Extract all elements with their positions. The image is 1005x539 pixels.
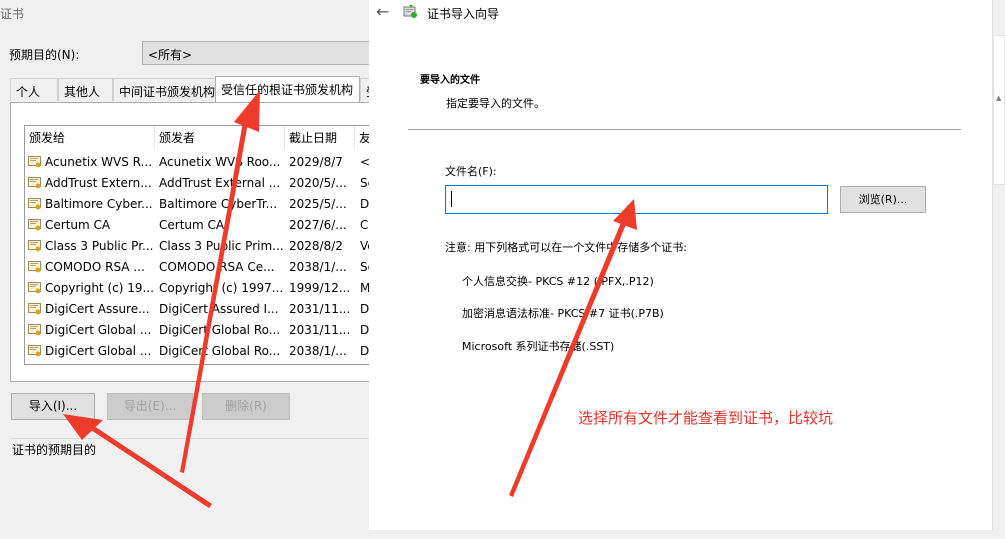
cell-issued-by: Class 3 Public Prim...	[159, 239, 283, 253]
tab-intermediate-ca[interactable]: 中间证书颁发机构	[113, 78, 221, 101]
text-caret	[451, 191, 452, 207]
scrollbar-thumb[interactable]	[993, 35, 1005, 185]
cell-issued-to: DigiCert Global ...	[45, 344, 152, 358]
cell-expiration: 2027/6/...	[289, 218, 347, 232]
cell-issued-by: DigiCert Global Ro...	[159, 323, 281, 337]
certificate-icon	[28, 324, 41, 336]
column-expiration-date[interactable]: 截止日期	[285, 126, 355, 150]
remove-button[interactable]: 删除(R)	[202, 393, 290, 420]
certificate-icon	[28, 156, 41, 168]
annotation-text: 选择所有文件才能查看到证书，比较坑	[578, 409, 834, 427]
table-row[interactable]: DigiCert Global ... DigiCert Global Ro...…	[25, 320, 385, 341]
cell-issued-by: DigiCert Global Ro...	[159, 344, 281, 358]
certificate-icon	[28, 303, 41, 315]
cell-issued-by: DigiCert Assured I...	[159, 302, 279, 316]
tab-personal[interactable]: 个人	[10, 78, 58, 101]
format-pfx: 个人信息交换- PKCS #12 (.PFX,.P12)	[462, 275, 654, 288]
formats-note: 注意: 用下列格式可以在一个文件中存储多个证书:	[445, 241, 687, 254]
format-sst: Microsoft 系列证书存储(.SST)	[462, 340, 615, 353]
certificate-icon	[28, 219, 41, 231]
cell-issued-by: Acunetix WVS Roo...	[159, 155, 281, 169]
cell-issued-by: AddTrust External ...	[159, 176, 281, 190]
certificate-icon	[28, 282, 41, 294]
cell-issued-to: DigiCert Global ...	[45, 323, 152, 337]
column-issued-by[interactable]: 颁发者	[155, 126, 285, 150]
tab-panel: 颁发给 颁发者 截止日期 友 Acunetix WVS R... Acunetix…	[10, 102, 390, 382]
cell-issued-to: AddTrust Extern...	[45, 176, 152, 190]
cell-expiration: 2031/11...	[289, 323, 351, 337]
cell-issued-to: COMODO RSA ...	[45, 260, 145, 274]
header-divider	[408, 129, 961, 130]
cell-expiration: 2038/1/...	[289, 344, 347, 358]
certificate-icon	[28, 345, 41, 357]
cell-issued-by: COMODO RSA Ce...	[159, 260, 275, 274]
table-row[interactable]: DigiCert Global ... DigiCert Global Ro...…	[25, 341, 385, 362]
back-arrow-icon[interactable]: ←	[376, 2, 389, 21]
cell-issued-by: Copyright (c) 1997...	[159, 281, 283, 295]
certificate-icon	[28, 261, 41, 273]
cell-expiration: 1999/12...	[289, 281, 351, 295]
wizard-title: 证书导入向导	[427, 7, 500, 21]
export-button[interactable]: 导出(E)...	[107, 393, 193, 420]
cell-issued-to: Baltimore Cyber...	[45, 197, 153, 211]
dialog-title: 证书	[0, 7, 25, 21]
certificate-wizard-icon	[403, 5, 417, 18]
purpose-dropdown[interactable]: <所有>	[142, 41, 382, 65]
import-button[interactable]: 导入(I)...	[11, 393, 95, 420]
table-row[interactable]: DigiCert Assure... DigiCert Assured I... 2…	[25, 299, 385, 320]
cell-issued-by: Certum CA	[159, 218, 225, 232]
table-row[interactable]: Certum CA Certum CA 2027/6/... Ce	[25, 215, 385, 236]
table-row[interactable]: COMODO RSA ... COMODO RSA Ce... 2038/1/...…	[25, 257, 385, 278]
purposes-group-label: 证书的预期目的	[9, 441, 100, 458]
cell-issued-to: Certum CA	[45, 218, 111, 232]
purpose-label: 预期目的(N):	[9, 48, 80, 62]
cell-issued-to: DigiCert Assure...	[45, 302, 150, 316]
cell-issued-to: Class 3 Public Pr...	[45, 239, 154, 253]
cell-expiration: 2038/1/...	[289, 260, 347, 274]
tab-trusted-root-ca[interactable]: 受信任的根证书颁发机构	[215, 76, 360, 102]
column-issued-to[interactable]: 颁发给	[25, 126, 155, 150]
browse-button[interactable]: 浏览(R)...	[840, 186, 926, 213]
tab-other-people[interactable]: 其他人	[58, 78, 113, 101]
certificate-list[interactable]: 颁发给 颁发者 截止日期 友 Acunetix WVS R... Acunetix…	[24, 125, 386, 365]
certificate-icon	[28, 177, 41, 189]
section-description: 指定要导入的文件。	[446, 97, 545, 110]
filename-label: 文件名(F):	[445, 165, 497, 178]
section-title: 要导入的文件	[420, 75, 480, 86]
table-row[interactable]: Acunetix WVS R... Acunetix WVS Roo... 2029…	[25, 152, 385, 173]
cell-expiration: 2028/8/2	[289, 239, 343, 253]
cell-issued-to: Acunetix WVS R...	[45, 155, 153, 169]
certificate-icon	[28, 240, 41, 252]
table-row[interactable]: Class 3 Public Pr... Class 3 Public Prim.…	[25, 236, 385, 257]
filename-input[interactable]	[445, 185, 828, 214]
table-row[interactable]: AddTrust Extern... AddTrust External ... 2…	[25, 173, 385, 194]
cell-expiration: 2031/11...	[289, 302, 351, 316]
cell-issued-to: Copyright (c) 19...	[45, 281, 154, 295]
table-row[interactable]: Copyright (c) 19... Copyright (c) 1997...…	[25, 278, 385, 299]
certificates-dialog: 证书 预期目的(N): <所有> 个人 其他人 中间证书颁发机构 受信任的根证书…	[0, 0, 390, 530]
cell-issued-by: Baltimore CyberTr...	[159, 197, 278, 211]
scroll-up-icon[interactable]: ▲	[996, 94, 1001, 102]
format-p7b: 加密消息语法标准- PKCS #7 证书(.P7B)	[462, 307, 664, 320]
table-row[interactable]: Baltimore Cyber... Baltimore CyberTr... 20…	[25, 194, 385, 215]
cell-expiration: 2020/5/...	[289, 176, 347, 190]
certificate-icon	[28, 198, 41, 210]
cell-expiration: 2029/8/7	[289, 155, 343, 169]
cell-expiration: 2025/5/...	[289, 197, 347, 211]
